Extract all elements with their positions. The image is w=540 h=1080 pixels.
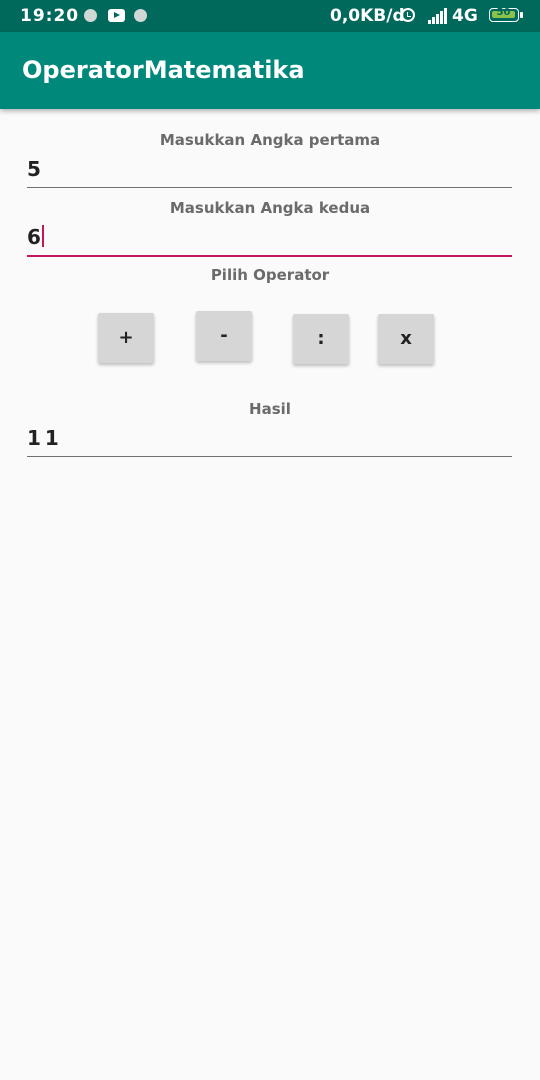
youtube-icon <box>108 9 125 22</box>
notification-dot-icon <box>134 9 147 22</box>
first-number-label: Masukkan Angka pertama <box>159 131 381 149</box>
operator-label: Pilih Operator <box>210 266 330 284</box>
result-value: 11 <box>27 426 63 450</box>
second-number-input[interactable]: 6 <box>27 225 512 257</box>
status-bar: 19:20 0,0KB/d 4G 50 <box>0 0 540 32</box>
second-number-value: 6 <box>27 225 41 249</box>
battery-icon: 50 <box>489 7 523 22</box>
network-type: 4G <box>452 6 478 26</box>
first-number-value: 5 <box>27 157 41 181</box>
notification-dot-icon <box>84 9 97 22</box>
alarm-icon <box>401 8 415 22</box>
multiply-button[interactable]: x <box>378 314 434 364</box>
first-number-input[interactable]: 5 <box>27 157 512 188</box>
result-label: Hasil <box>249 400 291 418</box>
result-field: 11 <box>27 426 512 457</box>
add-button[interactable]: + <box>98 313 154 363</box>
status-time: 19:20 <box>20 6 80 26</box>
divide-button[interactable]: : <box>293 314 349 364</box>
app-bar: OperatorMatematika <box>0 32 540 109</box>
text-cursor <box>41 225 44 247</box>
battery-level: 50 <box>496 7 511 18</box>
second-number-label: Masukkan Angka kedua <box>169 199 371 217</box>
subtract-button[interactable]: - <box>196 311 252 361</box>
app-title: OperatorMatematika <box>22 56 305 84</box>
signal-icon <box>428 8 448 24</box>
network-speed: 0,0KB/d <box>330 6 405 26</box>
